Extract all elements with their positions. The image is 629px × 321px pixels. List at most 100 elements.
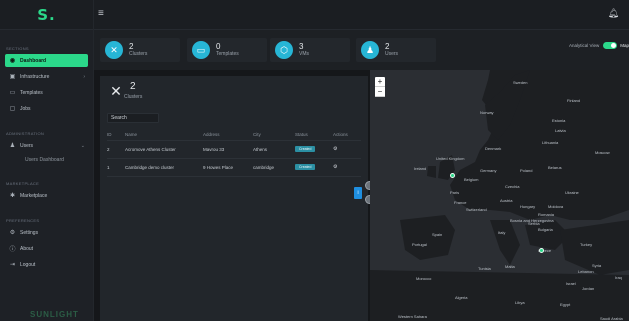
sidebar-item-label: Templates (20, 89, 43, 96)
map-label: Turkey (580, 242, 593, 247)
logo: S. (37, 5, 56, 24)
col-id[interactable]: ID (107, 130, 125, 141)
cell-name: Acromove Athens Cluster (125, 140, 203, 159)
stat-label: Users (385, 51, 399, 57)
sidebar-item-settings[interactable]: ⚙ Settings (5, 226, 88, 239)
server-icon: ▣ (9, 74, 16, 80)
info-float-button[interactable]: i (354, 187, 362, 199)
map-label: Switzerland (466, 207, 487, 212)
cell-actions: ⚙ (333, 140, 361, 159)
table-header-row: ID Name Address City Status Actions (107, 130, 361, 141)
stat-clusters[interactable]: ✕ 2 Clusters (100, 38, 180, 62)
brand-name: SUNLIGHT (30, 310, 79, 319)
map-label: Poland (520, 168, 533, 173)
map-label: Bulgaria (538, 227, 553, 232)
map-label: Israel (566, 281, 576, 286)
col-address[interactable]: Address (203, 130, 253, 141)
stat-templates[interactable]: ▭ 0 Templates (187, 38, 267, 62)
logout-icon: ⇥ (9, 262, 16, 268)
map-label: Iraq (615, 275, 622, 280)
cell-status: Created (295, 158, 333, 177)
cluster-network-icon: ✕ (110, 82, 122, 99)
cell-city: cambridge (253, 158, 295, 177)
map-label: Belarus (548, 165, 562, 170)
cell-address: 9 Howes Place (203, 158, 253, 177)
cell-name: Cambridge demo cluster (125, 158, 203, 177)
clusters-panel: ✕ 2 Clusters ID Name Address City Status… (100, 76, 368, 321)
map-canvas (370, 70, 629, 321)
map-label: Western Sahara (398, 314, 427, 319)
view-toggle: Analytical View Map (569, 42, 629, 49)
template-icon: ▭ (9, 90, 16, 96)
cell-actions: ⚙ (333, 158, 361, 177)
gear-icon[interactable]: ⚙ (333, 164, 337, 170)
map-label: Saudi Arabia (600, 316, 623, 321)
map-label: Serbia (528, 221, 540, 226)
col-name[interactable]: Name (125, 130, 203, 141)
section-administration: ADMINISTRATION (6, 131, 45, 136)
map-label: Morocco (416, 276, 432, 281)
cell-id: 1 (107, 158, 125, 177)
app-root: S. SECTIONS ◉ Dashboard ▣ Infrastructure… (0, 0, 629, 321)
world-map[interactable]: + − Sweden Finland Norway Estonia Latvia… (370, 70, 629, 321)
col-city[interactable]: City (253, 130, 295, 141)
map-label: Portugal (412, 242, 427, 247)
search-input[interactable] (107, 113, 159, 123)
gear-icon: ⚙ (9, 230, 16, 236)
logo-area[interactable]: S. (0, 0, 93, 30)
map-label: Ukraine (565, 190, 579, 195)
cube-icon: ⬡ (275, 41, 293, 59)
map-label: Finland (567, 98, 581, 103)
map-label: Estonia (552, 118, 566, 123)
map-label: Lithuania (542, 140, 559, 145)
sidebar-item-infrastructure[interactable]: ▣ Infrastructure › (5, 70, 88, 83)
sidebar-item-templates[interactable]: ▭ Templates (5, 86, 88, 99)
stat-value: 2 (385, 42, 390, 51)
sidebar-item-marketplace[interactable]: ✱ Marketplace (5, 189, 88, 202)
sidebar-item-users[interactable]: ♟ Users ⌄ (5, 139, 88, 152)
sidebar-item-label: About (20, 245, 34, 252)
stat-vms[interactable]: ⬡ 3 VMs (270, 38, 350, 62)
sidebar-item-label: Users (20, 142, 34, 149)
sidebar-item-jobs[interactable]: ▢ Jobs (5, 102, 88, 115)
chevron-down-icon: ⌄ (80, 142, 85, 149)
map-label: Jordan (582, 286, 595, 291)
stat-users[interactable]: ♟ 2 Users (356, 38, 436, 62)
table-row[interactable]: 2 Acromove Athens Cluster Mavrou 33 Athe… (107, 140, 361, 159)
view-toggle-switch[interactable] (603, 42, 618, 49)
clusters-count: 2 (130, 81, 136, 92)
map-marker-athens[interactable] (539, 248, 544, 253)
gear-icon[interactable]: ⚙ (333, 146, 337, 152)
cell-address: Mavrou 33 (203, 140, 253, 159)
sidebar-item-about[interactable]: ⓘ About (5, 242, 88, 255)
clusters-table: ID Name Address City Status Actions 2 Ac… (107, 130, 361, 177)
sidebar-item-label: Dashboard (20, 57, 47, 64)
col-actions: Actions (333, 130, 361, 141)
users-icon: ♟ (9, 143, 16, 149)
section-marketplace: MARKETPLACE (6, 181, 40, 186)
bell-icon[interactable]: 🔔︎ (608, 9, 619, 18)
map-label: United Kingdom (436, 156, 465, 161)
cell-id: 2 (107, 140, 125, 159)
map-label: Ireland (414, 166, 427, 171)
hamburger-menu-icon[interactable]: ≡ (98, 9, 104, 19)
map-label: Austria (500, 198, 513, 203)
sidebar-item-dashboard[interactable]: ◉ Dashboard (5, 54, 88, 67)
map-label: Italy (498, 230, 506, 235)
zoom-in-button[interactable]: + (375, 77, 385, 87)
zoom-out-button[interactable]: − (375, 87, 385, 97)
section-preferences: PREFERENCES (6, 218, 40, 223)
map-label: Moldova (548, 204, 564, 209)
sidebar-item-logout[interactable]: ⇥ Logout (5, 258, 88, 271)
table-row[interactable]: 1 Cambridge demo cluster 9 Howes Place c… (107, 158, 361, 177)
map-label: Czechia (505, 184, 520, 189)
chevron-right-icon: › (83, 73, 85, 80)
view-toggle-label: Analytical View (569, 43, 600, 48)
map-marker-cambridge[interactable] (450, 173, 455, 178)
clusters-panel-header: ✕ 2 Clusters (108, 81, 142, 101)
job-icon: ▢ (9, 106, 16, 112)
map-label: Lebanon (578, 269, 594, 274)
col-status[interactable]: Status (295, 130, 333, 141)
sidebar-item-users-dashboard[interactable]: Users Dashboard (5, 155, 88, 165)
map-label: Tunisia (478, 266, 491, 271)
